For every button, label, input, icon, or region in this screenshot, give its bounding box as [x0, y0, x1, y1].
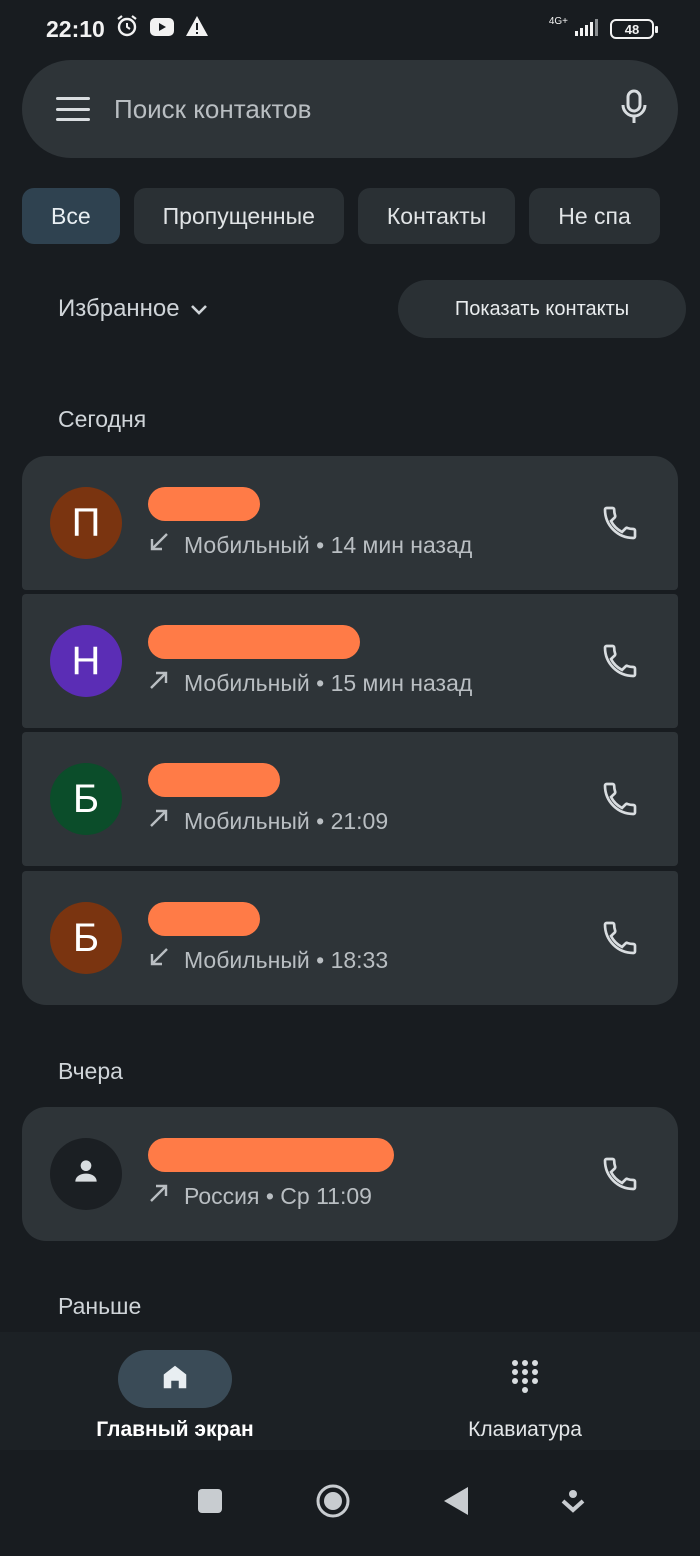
recents-button-icon[interactable]	[196, 1487, 224, 1520]
redacted-name	[148, 625, 360, 659]
outgoing-call-icon	[148, 807, 170, 835]
incoming-call-icon	[148, 531, 170, 559]
network-type: 4G+	[548, 16, 568, 27]
menu-icon[interactable]	[56, 97, 90, 121]
call-type: Мобильный	[184, 669, 310, 696]
hide-keyboard-icon[interactable]	[561, 1489, 585, 1518]
phone-icon[interactable]	[600, 641, 640, 681]
search-input[interactable]: Поиск контактов	[114, 94, 620, 125]
microphone-icon[interactable]	[620, 89, 648, 130]
call-item[interactable]: Россия • Ср 11:09	[22, 1107, 678, 1241]
section-yesterday: Вчера	[58, 1058, 123, 1084]
back-button-icon[interactable]	[442, 1485, 470, 1522]
phone-icon[interactable]	[600, 1154, 640, 1194]
chip-all[interactable]: Все	[22, 188, 120, 244]
favorites-bar: Избранное Показать контакты	[58, 280, 686, 338]
chevron-down-icon	[190, 295, 208, 323]
nav-keypad[interactable]: Клавиатура	[395, 1350, 655, 1442]
bottom-navigation: Главный экран Клавиатура	[0, 1332, 700, 1450]
nav-keypad-label: Клавиатура	[468, 1418, 582, 1441]
chip-missed[interactable]: Пропущенные	[133, 188, 344, 244]
call-item[interactable]: П Мобильный • 14 мин назад	[22, 456, 678, 590]
call-type: Мобильный	[184, 946, 310, 973]
phone-icon[interactable]	[600, 503, 640, 543]
call-item[interactable]: Б Мобильный • 18:33	[22, 871, 678, 1005]
avatar	[50, 1138, 122, 1210]
status-time: 22:10	[46, 15, 105, 42]
outgoing-call-icon	[148, 669, 170, 697]
chip-contacts[interactable]: Контакты	[357, 188, 516, 244]
call-item[interactable]: Б Мобильный • 21:09	[22, 732, 678, 866]
warning-icon	[185, 15, 209, 43]
battery-indicator: 48	[610, 19, 658, 39]
dialpad-icon	[509, 1357, 541, 1402]
phone-icon[interactable]	[600, 918, 640, 958]
phone-icon[interactable]	[600, 779, 640, 819]
favorites-label: Избранное	[58, 295, 180, 322]
redacted-name	[148, 487, 260, 521]
avatar: П	[50, 487, 122, 559]
alarm-icon	[115, 14, 139, 44]
outgoing-call-icon	[148, 1182, 170, 1210]
call-type: Мобильный	[184, 531, 310, 558]
home-button-icon[interactable]	[315, 1483, 351, 1524]
section-earlier: Раньше	[58, 1293, 142, 1319]
nav-home[interactable]: Главный экран	[45, 1350, 305, 1442]
redacted-name	[148, 902, 260, 936]
nav-home-label: Главный экран	[96, 1418, 254, 1441]
redacted-name	[148, 763, 280, 797]
show-contacts-button[interactable]: Показать контакты	[398, 280, 686, 338]
system-navigation	[0, 1450, 700, 1556]
search-bar[interactable]: Поиск контактов	[22, 60, 678, 158]
status-bar: 22:10 4G+ 48	[0, 0, 700, 58]
call-time: 15 мин назад	[330, 669, 473, 696]
home-icon	[159, 1362, 191, 1397]
redacted-name	[148, 1138, 394, 1172]
call-time: 18:33	[330, 946, 389, 973]
signal-icon	[574, 17, 600, 42]
call-type: Мобильный	[184, 807, 310, 834]
avatar: Н	[50, 625, 122, 697]
call-time: 14 мин назад	[330, 531, 473, 558]
call-type: Россия	[184, 1182, 260, 1209]
call-time: 21:09	[330, 807, 389, 834]
chip-spam[interactable]: Не спа	[529, 188, 660, 244]
call-time: Ср 11:09	[280, 1182, 372, 1209]
avatar: Б	[50, 763, 122, 835]
incoming-call-icon	[148, 946, 170, 974]
avatar: Б	[50, 902, 122, 974]
favorites-dropdown[interactable]: Избранное	[58, 295, 208, 323]
section-today: Сегодня	[58, 406, 147, 432]
youtube-icon	[149, 16, 175, 43]
person-icon	[70, 1152, 102, 1197]
call-item[interactable]: Н Мобильный • 15 мин назад	[22, 594, 678, 728]
filter-chips: Все Пропущенные Контакты Не спа	[22, 188, 700, 244]
